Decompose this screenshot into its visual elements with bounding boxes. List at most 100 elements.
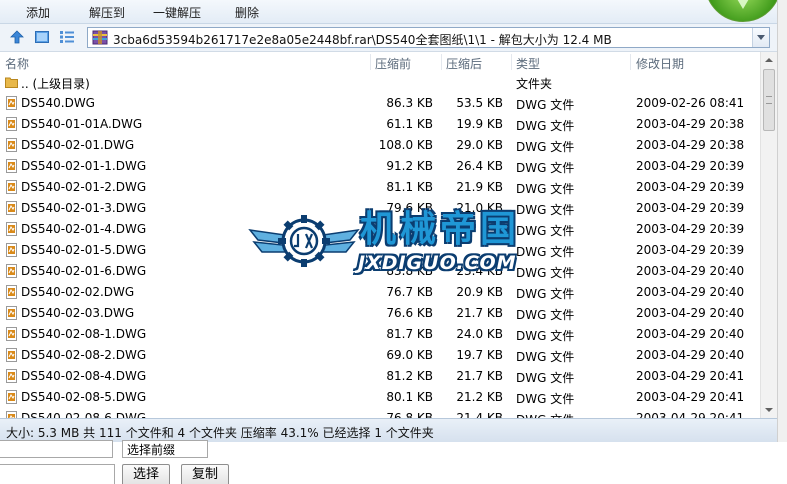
- column-modified[interactable]: 修改日期: [636, 55, 684, 72]
- dwg-file-icon: [5, 264, 18, 278]
- copy-button[interactable]: 复制: [181, 464, 229, 484]
- dwg-file-icon: [5, 411, 18, 418]
- file-modified-date: 2003-04-29 20:41: [636, 390, 745, 404]
- toolbar: 添加 解压到 一键解压 删除: [0, 0, 787, 24]
- address-dropdown-icon[interactable]: [752, 28, 769, 47]
- dwg-file-icon: [5, 222, 18, 236]
- file-modified-date: 2003-04-29 20:41: [636, 369, 745, 383]
- add-button[interactable]: 添加: [26, 4, 50, 21]
- column-divider[interactable]: [441, 54, 442, 70]
- column-unpacked[interactable]: 压缩后: [446, 55, 482, 72]
- file-unpacked-size: 21.9 KB: [456, 180, 503, 194]
- file-name: DS540-02-08-5.DWG: [21, 390, 147, 404]
- column-divider[interactable]: [511, 54, 512, 70]
- dwg-file-icon: [5, 306, 18, 320]
- view-mode-icon[interactable]: [34, 29, 50, 45]
- file-type: 文件夹: [516, 77, 553, 91]
- table-row[interactable]: DS540-02-01.DWG 108.0 KB 29.0 KB DWG 文件 2003…: [0, 135, 760, 156]
- file-type: DWG 文件: [516, 287, 575, 301]
- file-unpacked-size: 19.9 KB: [456, 117, 503, 131]
- status-bar: 大小: 5.3 MB 共 111 个文件和 4 个文件夹 压缩率 43.1% 已…: [0, 418, 777, 442]
- scroll-up-icon[interactable]: [761, 52, 777, 68]
- address-path: 3cba6d53594b261717e2e8a05e2448bf.rar\DS5…: [113, 33, 612, 47]
- column-packed[interactable]: 压缩前: [375, 55, 411, 72]
- rar-archive-icon: [92, 30, 108, 45]
- dwg-file-icon: [5, 117, 18, 131]
- table-row[interactable]: DS540-02-02.DWG 76.7 KB 20.9 KB DWG 文件 2003-…: [0, 282, 760, 303]
- file-modified-date: 2003-04-29 20:39: [636, 180, 745, 194]
- dwg-file-icon: [5, 96, 18, 110]
- file-modified-date: 2003-04-29 20:41: [636, 411, 745, 418]
- file-name: DS540-02-02.DWG: [21, 285, 135, 299]
- extract-to-button[interactable]: 解压到: [89, 4, 125, 21]
- column-type[interactable]: 类型: [516, 55, 540, 72]
- vertical-scrollbar[interactable]: [760, 52, 777, 418]
- file-type: DWG 文件: [516, 140, 575, 154]
- file-unpacked-size: 29.0 KB: [456, 138, 503, 152]
- file-name: DS540-02-08-4.DWG: [21, 369, 147, 383]
- dwg-file-icon: [5, 201, 18, 215]
- file-modified-date: 2003-04-29 20:38: [636, 117, 745, 131]
- file-name: DS540-01-01A.DWG: [21, 117, 143, 131]
- table-row[interactable]: DS540-02-08-1.DWG 81.7 KB 24.0 KB DWG 文件 200…: [0, 324, 760, 345]
- scroll-down-icon[interactable]: [761, 402, 777, 418]
- file-modified-date: 2003-04-29 20:40: [636, 327, 745, 341]
- file-name: DS540-02-01-1.DWG: [21, 159, 147, 173]
- file-type: DWG 文件: [516, 371, 575, 385]
- one-click-extract-button[interactable]: 一键解压: [153, 4, 201, 21]
- file-name: DS540-02-01-2.DWG: [21, 180, 147, 194]
- file-modified-date: 2003-04-29 20:40: [636, 306, 745, 320]
- table-row[interactable]: DS540-02-01-1.DWG 91.2 KB 26.4 KB DWG 文件 200…: [0, 156, 760, 177]
- watermark: 机械帝国 JXDIGUO.COM: [248, 208, 548, 278]
- text-input[interactable]: [0, 440, 113, 458]
- file-name: DS540-02-01-6.DWG: [21, 264, 147, 278]
- file-name: DS540-02-08-1.DWG: [21, 327, 147, 341]
- watermark-cn-text: 机械帝国: [360, 209, 521, 250]
- file-type: DWG 文件: [516, 411, 574, 418]
- table-row[interactable]: DS540-02-08-2.DWG 69.0 KB 19.7 KB DWG 文件 200…: [0, 345, 760, 366]
- table-row[interactable]: DS540-02-08-4.DWG 81.2 KB 21.7 KB DWG 文件 200…: [0, 366, 760, 387]
- file-type: DWG 文件: [516, 119, 575, 133]
- table-row[interactable]: DS540-02-08-5.DWG 80.1 KB 21.2 KB DWG 文件 200…: [0, 387, 760, 408]
- app-logo-icon: [705, 0, 781, 22]
- scroll-thumb[interactable]: [763, 69, 775, 131]
- column-divider[interactable]: [630, 54, 631, 70]
- status-text: 大小: 5.3 MB 共 111 个文件和 4 个文件夹 压缩率 43.1% 已…: [6, 426, 434, 440]
- gear-wings-emblem-icon: [248, 215, 360, 267]
- table-row[interactable]: DS540-02-03.DWG 76.6 KB 21.7 KB DWG 文件 2003-…: [0, 303, 760, 324]
- dwg-file-icon: [5, 243, 18, 257]
- table-row[interactable]: DS540-01-01A.DWG 61.1 KB 19.9 KB DWG 文件 2003…: [0, 114, 760, 135]
- dwg-file-icon: [5, 285, 18, 299]
- dwg-file-icon: [5, 327, 18, 341]
- column-divider[interactable]: [370, 54, 371, 70]
- table-row[interactable]: DS540-02-08-6.DWG76.8 KB21.4 KBDWG 文件200…: [0, 408, 760, 418]
- dwg-file-icon: [5, 369, 18, 383]
- file-modified-date: 2003-04-29 20:39: [636, 201, 745, 215]
- text-input-2[interactable]: [0, 464, 115, 484]
- table-row[interactable]: DS540.DWG 86.3 KB 53.5 KB DWG 文件 2009-02-26 …: [0, 93, 760, 114]
- address-row: 3cba6d53594b261717e2e8a05e2448bf.rar\DS5…: [0, 24, 787, 52]
- up-arrow-icon[interactable]: [9, 29, 25, 45]
- file-modified-date: 2003-04-29 20:38: [636, 138, 745, 152]
- column-name[interactable]: 名称: [5, 55, 29, 72]
- table-row[interactable]: DS540-02-01-2.DWG 81.1 KB 21.9 KB DWG 文件 200…: [0, 177, 760, 198]
- file-type: DWG 文件: [516, 182, 575, 196]
- file-name: DS540-02-01.DWG: [21, 138, 135, 152]
- file-name: DS540-02-01-4.DWG: [21, 222, 147, 236]
- file-name: DS540.DWG: [21, 96, 95, 110]
- file-modified-date: 2003-04-29 20:40: [636, 264, 745, 278]
- file-unpacked-size: 21.2 KB: [456, 390, 503, 404]
- list-view-icon[interactable]: [59, 29, 75, 45]
- select-button[interactable]: 选择: [122, 464, 170, 484]
- file-name: DS540-02-01-5.DWG: [21, 243, 147, 257]
- delete-button[interactable]: 删除: [235, 4, 259, 21]
- file-name: DS540-02-08-2.DWG: [21, 348, 147, 362]
- address-bar[interactable]: 3cba6d53594b261717e2e8a05e2448bf.rar\DS5…: [87, 27, 770, 48]
- file-modified-date: 2003-04-29 20:39: [636, 243, 745, 257]
- file-name: DS540-02-01-3.DWG: [21, 201, 147, 215]
- file-unpacked-size: 19.7 KB: [456, 348, 503, 362]
- table-row[interactable]: .. (上级目录) 文件夹: [0, 72, 760, 93]
- prefix-select[interactable]: 选择前缀: [122, 440, 208, 458]
- file-type: DWG 文件: [516, 308, 575, 322]
- file-modified-date: 2003-04-29 20:39: [636, 159, 745, 173]
